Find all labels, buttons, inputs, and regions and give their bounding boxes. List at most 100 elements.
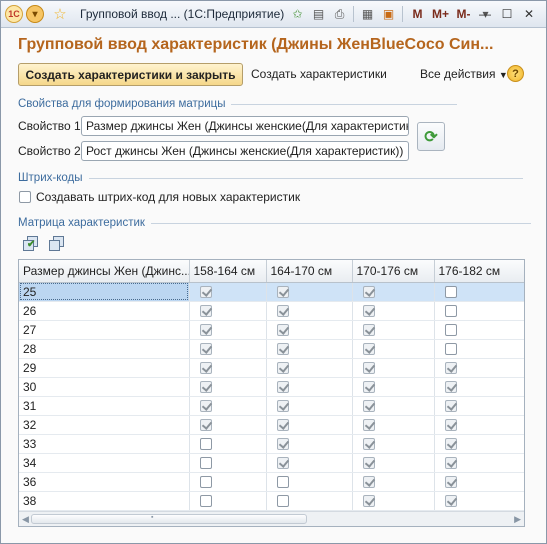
matrix-checkbox[interactable] xyxy=(276,324,289,337)
matrix-checkbox[interactable] xyxy=(362,343,375,356)
matrix-checkbox[interactable] xyxy=(362,438,375,451)
matrix-checkbox[interactable] xyxy=(444,400,457,413)
table-row[interactable]: 31 xyxy=(19,396,524,416)
matrix-cell[interactable] xyxy=(189,434,267,454)
matrix-checkbox[interactable] xyxy=(276,476,289,489)
size-cell[interactable]: 27 xyxy=(19,320,190,340)
create-barcodes-checkbox[interactable] xyxy=(19,191,31,203)
matrix-checkbox[interactable] xyxy=(444,381,457,394)
column-header[interactable]: 158-164 см xyxy=(189,260,267,283)
memory-minus-button[interactable]: M- xyxy=(452,4,475,24)
matrix-checkbox[interactable] xyxy=(362,419,375,432)
matrix-cell[interactable] xyxy=(189,396,267,416)
matrix-cell[interactable] xyxy=(352,453,435,473)
matrix-checkbox[interactable] xyxy=(444,343,457,356)
column-header[interactable]: Размер джинсы Жен (Джинс... xyxy=(19,260,190,283)
matrix-cell[interactable] xyxy=(189,472,267,492)
matrix-cell[interactable] xyxy=(266,358,353,378)
create-and-close-button[interactable]: Создать характеристики и закрыть xyxy=(18,63,243,86)
matrix-checkbox[interactable] xyxy=(362,495,375,508)
matrix-checkbox[interactable] xyxy=(199,305,212,318)
matrix-checkbox[interactable] xyxy=(444,438,457,451)
matrix-cell[interactable] xyxy=(352,358,435,378)
property-1-field[interactable]: Размер джинсы Жен (Джинсы женские(Для ха… xyxy=(81,116,409,136)
matrix-checkbox[interactable] xyxy=(199,438,212,451)
matrix-cell[interactable] xyxy=(434,358,524,378)
matrix-checkbox[interactable] xyxy=(199,476,212,489)
app-logo-icon[interactable]: 1C xyxy=(5,5,23,23)
size-cell[interactable]: 29 xyxy=(19,358,190,378)
column-header[interactable]: 164-170 см xyxy=(266,260,353,283)
matrix-cell[interactable] xyxy=(434,320,524,340)
matrix-cell[interactable] xyxy=(352,339,435,359)
close-icon[interactable]: ✕ xyxy=(518,5,540,23)
table-row[interactable]: 26 xyxy=(19,301,524,321)
matrix-cell[interactable] xyxy=(189,320,267,340)
matrix-cell[interactable] xyxy=(266,491,353,511)
matrix-checkbox[interactable] xyxy=(199,286,212,299)
create-barcodes-option[interactable]: Создавать штрих-код для новых характерис… xyxy=(19,190,300,204)
matrix-cell[interactable] xyxy=(434,396,524,416)
matrix-checkbox[interactable] xyxy=(276,457,289,470)
matrix-checkbox[interactable] xyxy=(362,305,375,318)
matrix-checkbox[interactable] xyxy=(362,362,375,375)
matrix-checkbox[interactable] xyxy=(199,495,212,508)
matrix-cell[interactable] xyxy=(352,415,435,435)
matrix-checkbox[interactable] xyxy=(444,305,457,318)
matrix-cell[interactable] xyxy=(434,377,524,397)
table-row[interactable]: 36 xyxy=(19,472,524,492)
matrix-cell[interactable] xyxy=(434,472,524,492)
table-row[interactable]: 33 xyxy=(19,434,524,454)
matrix-cell[interactable] xyxy=(434,282,524,302)
matrix-cell[interactable] xyxy=(189,282,267,302)
matrix-checkbox[interactable] xyxy=(199,419,212,432)
size-cell[interactable]: 33 xyxy=(19,434,190,454)
size-cell[interactable]: 25 xyxy=(19,282,190,302)
matrix-cell[interactable] xyxy=(434,339,524,359)
matrix-checkbox[interactable] xyxy=(199,457,212,470)
matrix-cell[interactable] xyxy=(266,396,353,416)
favorite-star-icon[interactable]: ☆ xyxy=(52,5,68,23)
calculator-icon[interactable]: ▦ xyxy=(357,4,378,24)
matrix-cell[interactable] xyxy=(352,396,435,416)
size-cell[interactable]: 38 xyxy=(19,491,190,511)
matrix-checkbox[interactable] xyxy=(276,419,289,432)
matrix-cell[interactable] xyxy=(434,301,524,321)
main-menu-icon[interactable]: ▾ xyxy=(26,5,44,23)
scroll-left-icon[interactable]: ◀ xyxy=(22,514,29,525)
matrix-cell[interactable] xyxy=(352,320,435,340)
memory-plus-button[interactable]: M+ xyxy=(429,4,452,24)
matrix-cell[interactable] xyxy=(434,415,524,435)
size-cell[interactable]: 28 xyxy=(19,339,190,359)
matrix-cell[interactable] xyxy=(189,301,267,321)
matrix-cell[interactable] xyxy=(434,453,524,473)
matrix-checkbox[interactable] xyxy=(362,400,375,413)
matrix-cell[interactable] xyxy=(352,282,435,302)
matrix-cell[interactable] xyxy=(189,339,267,359)
column-header[interactable]: 176-182 см xyxy=(434,260,524,283)
check-all-button[interactable]: ✔ xyxy=(22,235,40,253)
matrix-checkbox[interactable] xyxy=(276,286,289,299)
table-row[interactable]: 38 xyxy=(19,491,524,511)
matrix-cell[interactable] xyxy=(352,491,435,511)
matrix-cell[interactable] xyxy=(189,453,267,473)
print-icon[interactable]: ⎙ xyxy=(329,4,350,24)
maximize-icon[interactable]: ☐ xyxy=(496,5,518,23)
matrix-cell[interactable] xyxy=(352,472,435,492)
size-cell[interactable]: 32 xyxy=(19,415,190,435)
matrix-checkbox[interactable] xyxy=(362,457,375,470)
matrix-cell[interactable] xyxy=(352,301,435,321)
size-cell[interactable]: 30 xyxy=(19,377,190,397)
add-to-favorites-icon[interactable]: ✩ xyxy=(287,4,308,24)
matrix-checkbox[interactable] xyxy=(276,381,289,394)
size-cell[interactable]: 34 xyxy=(19,453,190,473)
matrix-cell[interactable] xyxy=(189,415,267,435)
refresh-matrix-button[interactable]: ⟳ xyxy=(417,122,445,151)
table-row[interactable]: 28 xyxy=(19,339,524,359)
matrix-checkbox[interactable] xyxy=(276,305,289,318)
matrix-cell[interactable] xyxy=(266,320,353,340)
calendar-icon[interactable]: ▣ xyxy=(378,4,399,24)
scroll-thumb[interactable] xyxy=(31,514,307,524)
matrix-checkbox[interactable] xyxy=(444,457,457,470)
create-button[interactable]: Создать характеристики xyxy=(251,67,387,81)
